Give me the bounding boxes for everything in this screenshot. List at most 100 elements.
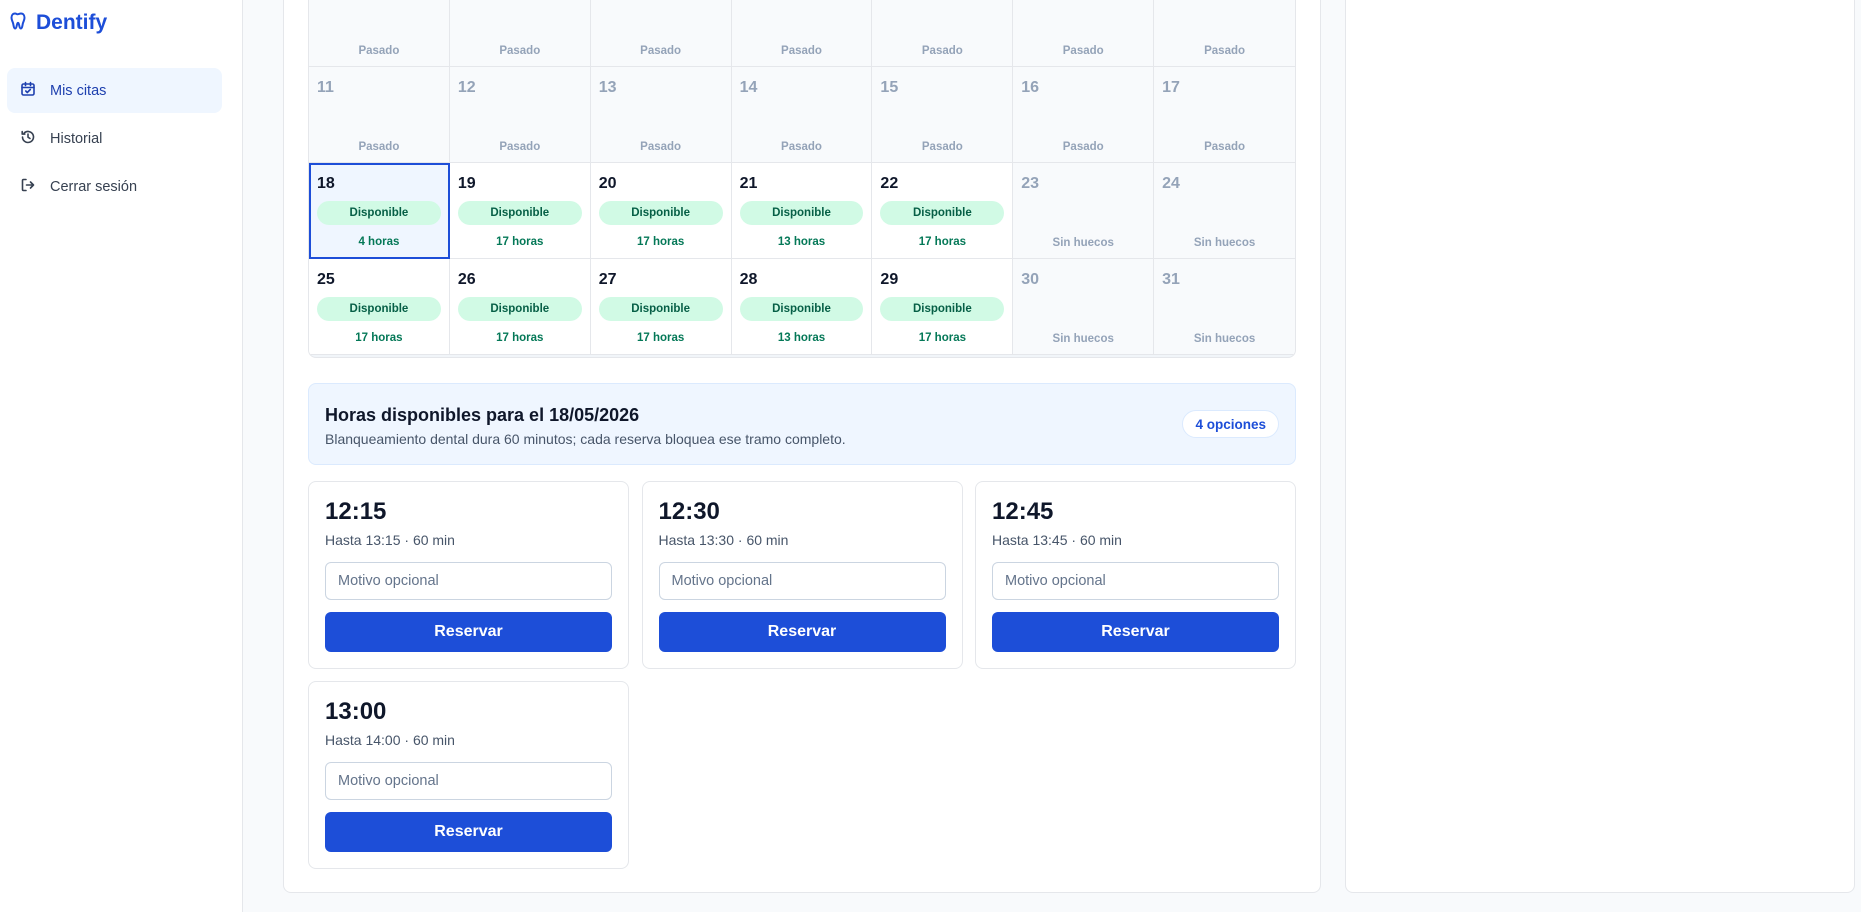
day-number: 21 (739, 175, 758, 192)
logout-icon (20, 177, 36, 197)
day-status: Pasado (1062, 45, 1104, 57)
day-status: Pasado (358, 141, 400, 153)
available-hours: 17 horas (636, 332, 685, 344)
calendar-day-unavailable: 30 Sin huecos (1013, 259, 1155, 355)
day-number: 27 (598, 271, 617, 288)
calendar-day-unavailable: 11 Pasado (309, 67, 450, 163)
calendar-day-available[interactable]: 29 Disponible 17 horas (872, 259, 1014, 355)
reserve-button[interactable]: Reservar (658, 612, 946, 652)
available-hours: 13 horas (777, 236, 826, 248)
calendar-icon (20, 81, 36, 101)
availability-pill: Disponible (457, 201, 582, 225)
calendar-day-unavailable: Pasado (731, 0, 873, 67)
available-hours: 17 horas (496, 236, 544, 248)
slot-time: 12:30 (658, 498, 720, 525)
availability-pill: Disponible (880, 201, 1005, 225)
day-number: 15 (880, 79, 899, 96)
slot-time: 12:15 (325, 498, 387, 525)
calendar-day-unavailable: Pasado (449, 0, 591, 67)
calendar-day-unavailable: Pasado (590, 0, 732, 67)
time-slot-card: 12:45 Hasta 13:45 · 60 min Reservar (975, 481, 1296, 669)
calendar-day-unavailable: Pasado (1154, 0, 1295, 67)
available-hours: 17 horas (496, 332, 544, 344)
calendar-day-unavailable: 14 Pasado (731, 67, 873, 163)
reserve-button[interactable]: Reservar (992, 612, 1279, 652)
slot-end-time: Hasta 14:00 · 60 min (325, 732, 455, 748)
slot-time: 13:00 (325, 698, 387, 725)
day-number: 12 (457, 79, 476, 96)
availability-subtitle: Blanqueamiento dental dura 60 minutos; c… (325, 431, 846, 447)
day-number: 14 (739, 79, 758, 96)
availability-pill: Disponible (317, 201, 441, 225)
day-number: 30 (1021, 271, 1040, 288)
availability-pill: Disponible (317, 297, 441, 321)
calendar-day-unavailable: 31 Sin huecos (1154, 259, 1295, 355)
sidebar-item-label: Mis citas (50, 82, 107, 99)
brand-logo[interactable]: Dentify (10, 10, 107, 36)
reason-input[interactable] (658, 562, 946, 600)
reason-input[interactable] (992, 562, 1279, 600)
sidebar-item-cerrar-sesion[interactable]: Cerrar sesión (7, 164, 222, 209)
day-number: 13 (598, 79, 617, 96)
sidebar-item-mis-citas[interactable]: Mis citas (7, 68, 222, 113)
day-number: 22 (880, 175, 899, 192)
day-status: Sin huecos (1193, 333, 1256, 345)
reason-input[interactable] (325, 762, 612, 800)
calendar-day-unavailable: 23 Sin huecos (1013, 163, 1155, 259)
day-number: 19 (457, 175, 476, 192)
calendar-day-available[interactable]: 28 Disponible 13 horas (731, 259, 873, 355)
calendar-day-available[interactable]: 21 Disponible 13 horas (731, 163, 873, 259)
slot-end-time: Hasta 13:15 · 60 min (325, 532, 455, 548)
day-status: Sin huecos (1193, 237, 1256, 249)
day-status: Sin huecos (1052, 237, 1114, 249)
reserve-button[interactable]: Reservar (325, 812, 612, 852)
availability-pill: Disponible (598, 297, 723, 321)
day-status: Pasado (640, 45, 682, 57)
day-status: Sin huecos (1052, 333, 1114, 345)
reason-input[interactable] (325, 562, 612, 600)
calendar-day-available[interactable]: 26 Disponible 17 horas (449, 259, 591, 355)
day-status: Pasado (499, 45, 541, 57)
availability-pill: Disponible (880, 297, 1005, 321)
calendar-day-unavailable: 15 Pasado (872, 67, 1014, 163)
day-number: 18 (317, 175, 335, 192)
calendar-day-available[interactable]: 20 Disponible 17 horas (590, 163, 732, 259)
slot-end-time: Hasta 13:30 · 60 min (658, 532, 789, 548)
availability-banner: Horas disponibles para el 18/05/2026 Bla… (308, 383, 1296, 465)
availability-pill: Disponible (457, 297, 582, 321)
availability-title: Horas disponibles para el 18/05/2026 (325, 405, 640, 425)
calendar-day-unavailable: Pasado (1013, 0, 1155, 67)
calendar-day-unavailable: 13 Pasado (590, 67, 732, 163)
calendar-grid: Pasado Pasado Pasado Pasado Pasado Pasado Pasa… (308, 0, 1296, 358)
day-status: Pasado (1204, 141, 1246, 153)
day-number: 29 (880, 271, 899, 288)
calendar-day-available[interactable]: 27 Disponible 17 horas (590, 259, 732, 355)
day-status: Pasado (781, 45, 822, 57)
day-status: Pasado (499, 141, 541, 153)
available-hours: 17 horas (636, 236, 685, 248)
day-status: Pasado (358, 45, 400, 57)
time-slots: 12:15 Hasta 13:15 · 60 min Reservar 12:3… (308, 481, 1296, 869)
availability-pill: Disponible (739, 297, 864, 321)
availability-pill: Disponible (598, 201, 723, 225)
calendar-day-unavailable: 12 Pasado (449, 67, 591, 163)
time-slot-card: 12:30 Hasta 13:30 · 60 min Reservar (641, 481, 963, 669)
day-number: 25 (317, 271, 335, 288)
day-status: Pasado (921, 141, 963, 153)
calendar-day-available[interactable]: 25 Disponible 17 horas (309, 259, 450, 355)
calendar-day-available[interactable]: 18 Disponible 4 horas (309, 163, 450, 259)
day-number: 26 (457, 271, 476, 288)
calendar-day-available[interactable]: 22 Disponible 17 horas (872, 163, 1014, 259)
sidebar-item-historial[interactable]: Historial (7, 116, 222, 161)
day-number: 23 (1021, 175, 1040, 192)
reserve-button[interactable]: Reservar (325, 612, 612, 652)
time-slot-card: 13:00 Hasta 14:00 · 60 min Reservar (308, 681, 629, 869)
calendar-day-unavailable: Pasado (872, 0, 1014, 67)
calendar-day-available[interactable]: 19 Disponible 17 horas (449, 163, 591, 259)
right-panel (1345, 0, 1855, 893)
calendar-day-unavailable: 17 Pasado (1154, 67, 1295, 163)
tooth-icon (10, 11, 28, 36)
day-number: 31 (1162, 271, 1180, 288)
day-number: 28 (739, 271, 758, 288)
available-hours: 4 horas (358, 236, 400, 248)
